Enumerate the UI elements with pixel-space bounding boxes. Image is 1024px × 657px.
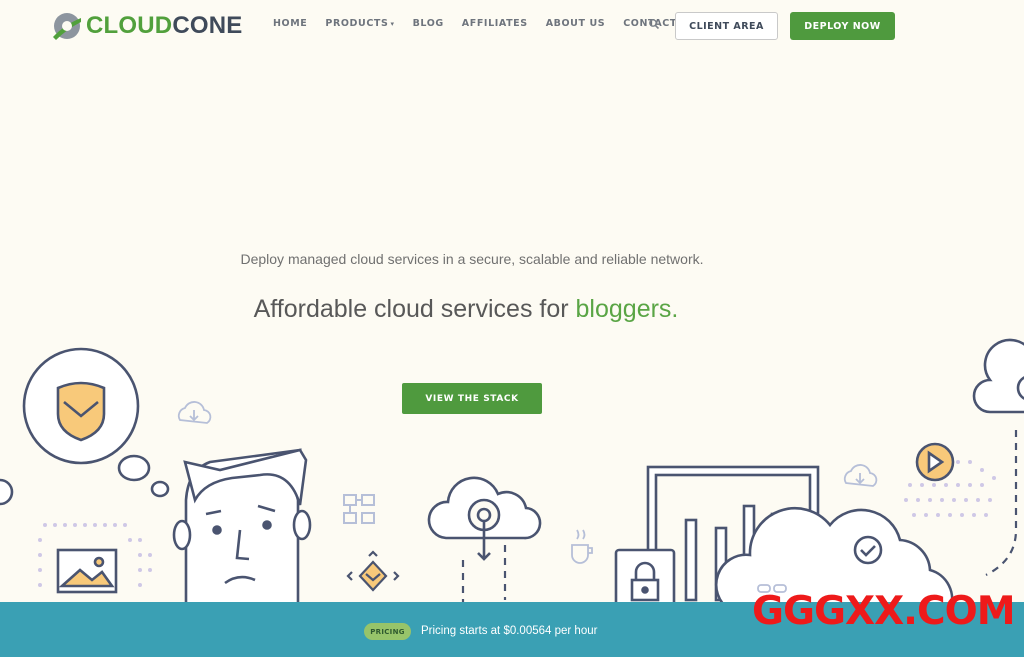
chevron-down-icon: ▾ (390, 20, 395, 28)
main-nav: HOME PRODUCTS ▾ BLOG AFFILIATES ABOUT US … (273, 18, 695, 29)
hero-title: Affordable cloud services for bloggers. (253, 295, 679, 323)
nav-about-us[interactable]: ABOUT US (546, 18, 606, 29)
client-area-button[interactable]: CLIENT AREA (675, 12, 778, 40)
hero-subtitle: Deploy managed cloud services in a secur… (240, 251, 704, 267)
cloud-download-icon (177, 401, 212, 424)
watermark-text: GGGXX.COM (752, 589, 1016, 634)
nav-affiliates[interactable]: AFFILIATES (462, 18, 528, 29)
deploy-now-button[interactable]: DEPLOY NOW (790, 12, 895, 40)
logo-wordmark: CLOUDCONE (86, 12, 243, 39)
nav-blog[interactable]: BLOG (413, 18, 444, 29)
cloudcone-logo[interactable]: CLOUDCONE (50, 8, 242, 44)
coffee-cup-icon (571, 529, 593, 564)
padlock-icon (614, 548, 676, 610)
person-illustration (172, 448, 312, 607)
search-icon[interactable] (648, 18, 660, 30)
view-the-stack-button[interactable]: VIEW THE STACK (402, 383, 542, 414)
pricing-badge: PRICING (364, 623, 411, 640)
nav-home[interactable]: HOME (273, 18, 307, 29)
play-icon (915, 442, 955, 482)
site-header: CLOUDCONE HOME PRODUCTS ▾ BLOG AFFILIATES… (0, 0, 1024, 52)
nav-products[interactable]: PRODUCTS ▾ (325, 18, 394, 29)
cloud-edge-right (972, 338, 1024, 414)
cloud-download-icon-right (843, 464, 878, 487)
shield-thought-bubble (0, 347, 170, 506)
diamond-check-icon (346, 550, 400, 592)
cloudcone-logo-icon (53, 13, 81, 40)
cloud-upload-icon (427, 476, 542, 561)
hero-title-highlight: bloggers. (575, 295, 679, 323)
flowchart-icon (343, 494, 375, 524)
pricing-text[interactable]: Pricing starts at $0.00564 per hour (421, 625, 597, 637)
image-icon (56, 548, 118, 594)
hero-illustration (0, 338, 1024, 610)
